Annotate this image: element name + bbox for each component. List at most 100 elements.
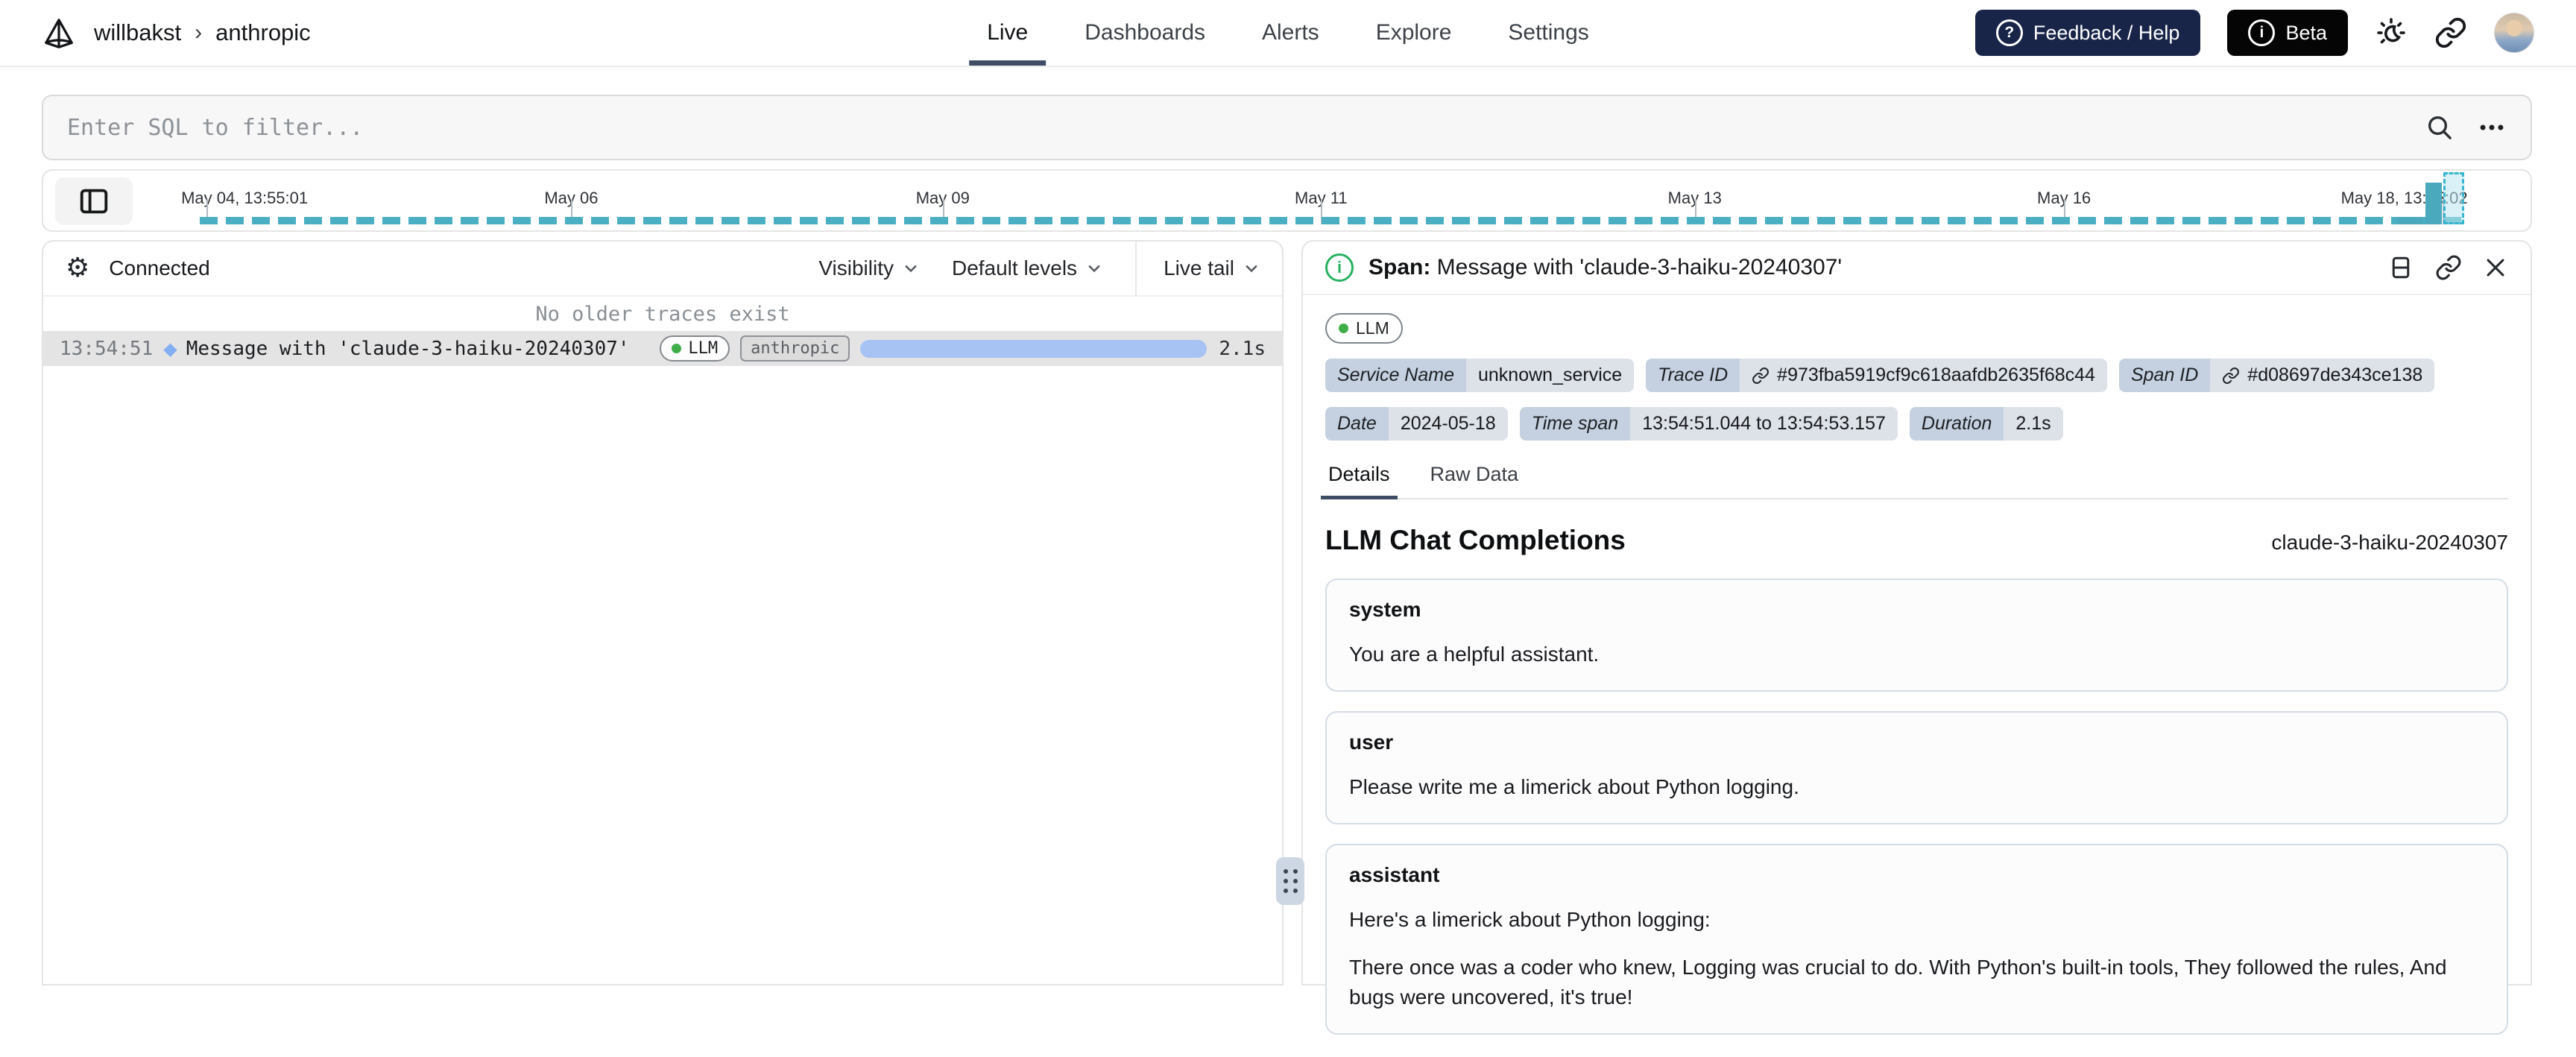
nav-right-cluster: ? Feedback / Help i Beta [1974,10,2534,56]
service-name-tag: Service Name unknown_service [1325,359,1635,392]
span-title: Span: Message with 'claude-3-haiku-20240… [1368,255,1842,280]
feedback-help-button[interactable]: ? Feedback / Help [1974,10,2201,56]
tag-label: Trace ID [1646,359,1740,392]
nav-tab-live[interactable]: Live [969,0,1046,66]
nav-tab-explore[interactable]: Explore [1376,0,1452,66]
top-nav: willbakst › anthropic Live Dashboards Al… [0,0,2576,67]
tag-label: Duration [1909,407,2004,441]
question-icon: ? [1995,19,2023,46]
visibility-label: Visibility [818,256,894,280]
trace-duration-bar [860,339,1208,358]
brand: willbakst › anthropic [42,16,311,50]
trace-row[interactable]: 13:54:51 ◆ Message with 'claude-3-haiku-… [43,331,1282,366]
timeline-label: May 04, 13:55:01 [181,189,309,207]
span-title-text: Message with 'claude-3-haiku-20240307' [1430,255,1843,280]
more-options-icon[interactable] [2475,111,2508,144]
tag-label: Span ID [2118,359,2211,392]
tag-value: #973fba5919cf9c618aafdb2635f68c44 [1740,359,2107,392]
user-avatar[interactable] [2494,13,2534,53]
span-header: i Span: Message with 'claude-3-haiku-202… [1303,242,2531,295]
share-link-icon[interactable] [2434,16,2467,49]
green-dot-icon [1339,324,1348,333]
timeline-panel: May 04, 13:55:01 May 06 May 09 May 11 Ma… [42,169,2532,232]
primary-nav: Live Dashboards Alerts Explore Settings [969,0,1589,66]
span-info-icon: i [1325,253,1354,282]
sql-filter-input[interactable] [66,113,2404,142]
chevron-down-icon [1243,260,1260,277]
tag-value: 2.1s [2004,407,2063,441]
nav-tab-alerts[interactable]: Alerts [1262,0,1319,66]
default-levels-dropdown[interactable]: Default levels [952,256,1102,280]
default-levels-label: Default levels [951,256,1078,280]
split-view-icon[interactable] [2387,254,2414,281]
span-title-label: Span: [1368,255,1431,280]
nav-tab-settings[interactable]: Settings [1508,0,1588,66]
logo-icon[interactable] [42,16,76,50]
model-name: claude-3-haiku-20240307 [2271,531,2508,554]
header-divider [1135,241,1137,296]
close-icon[interactable] [2483,255,2508,280]
tab-details[interactable]: Details [1321,463,1398,499]
timeline-dashed-axis [200,217,2465,224]
breadcrumb-separator-icon: › [195,20,203,45]
breadcrumb: willbakst › anthropic [94,19,311,46]
message-text: There once was a coder who knew, Logging… [1349,956,2447,1009]
beta-label: Beta [2285,21,2327,44]
message-text: Here's a limerick about Python logging: [1349,908,1711,931]
span-tags-row-2: Date 2024-05-18 Time span 13:54:51.044 t… [1325,407,2508,441]
beta-button[interactable]: i Beta [2227,10,2348,56]
tag-label: Service Name [1325,359,1466,392]
theme-toggle-icon[interactable] [2375,16,2408,49]
llm-type-badge: LLM [660,335,730,362]
message-role: assistant [1349,863,1440,886]
span-details-panel: i Span: Message with 'claude-3-haiku-202… [1301,240,2532,1035]
timeline-strip[interactable]: May 04, 13:55:01 May 06 May 09 May 11 Ma… [181,171,2468,230]
traces-panel: ⚙ Connected Visibility Default levels Li… [42,240,1284,985]
section-heading-row: LLM Chat Completions claude-3-haiku-2024… [1325,525,2508,556]
sql-filter-bar [42,95,2532,160]
message-card-system: system You are a helpful assistant. [1325,578,2508,692]
timeline-selection-region[interactable] [2443,172,2465,224]
tab-raw-data[interactable]: Raw Data [1427,463,1522,498]
trace-timestamp: 13:54:51 [60,337,154,360]
tag-label: Date [1325,407,1389,441]
time-span-tag: Time span 13:54:51.044 to 13:54:53.157 [1519,407,1898,441]
visibility-dropdown[interactable]: Visibility [818,256,919,280]
panel-resize-handle[interactable] [1276,857,1304,905]
section-title: LLM Chat Completions [1325,525,1626,555]
span-header-actions [2387,254,2508,281]
search-icon[interactable] [2425,113,2455,142]
no-older-traces-message: No older traces exist [535,302,790,326]
link-icon [2223,367,2240,384]
message-card-user: user Please write me a limerick about Py… [1325,711,2508,824]
span-id-value: #d08697de343ce138 [2247,365,2423,385]
sidebar-toggle-icon[interactable] [55,177,133,225]
trace-duration: 2.1s [1219,337,1266,360]
timeline-histogram-bar-small [2396,217,2422,224]
date-tag: Date 2024-05-18 [1325,407,1508,441]
trace-id-value: #973fba5919cf9c618aafdb2635f68c44 [1777,365,2095,385]
tag-value: #d08697de343ce138 [2210,359,2435,392]
chevron-down-icon [1086,260,1102,277]
trace-id-tag[interactable]: Trace ID #973fba5919cf9c618aafdb2635f68c… [1646,359,2107,392]
copy-link-icon[interactable] [2435,254,2462,281]
green-dot-icon [672,344,682,353]
nav-tab-dashboards[interactable]: Dashboards [1085,0,1205,66]
trace-title: Message with 'claude-3-haiku-20240307' [186,337,630,360]
message-text: You are a helpful assistant. [1349,643,1600,666]
timeline-histogram-bar-tall [2425,183,2442,224]
grip-dots-icon [1283,869,1298,893]
connection-status: Connected [109,256,210,280]
span-id-tag[interactable]: Span ID #d08697de343ce138 [2118,359,2435,392]
live-tail-dropdown[interactable]: Live tail [1164,256,1260,280]
breadcrumb-org[interactable]: willbakst [94,19,181,46]
breadcrumb-project[interactable]: anthropic [215,19,311,46]
message-list: system You are a helpful assistant. user… [1325,578,2508,1057]
trace-controls: Visibility Default levels Live tail [818,241,1260,296]
message-text: Please write me a limerick about Python … [1349,775,1799,798]
llm-type-label: LLM [688,339,719,358]
gear-icon[interactable]: ⚙ [66,255,89,282]
message-card-assistant: assistant Here's a limerick about Python… [1325,844,2508,1035]
tag-value: 2024-05-18 [1388,407,1508,441]
duration-tag: Duration 2.1s [1909,407,2063,441]
